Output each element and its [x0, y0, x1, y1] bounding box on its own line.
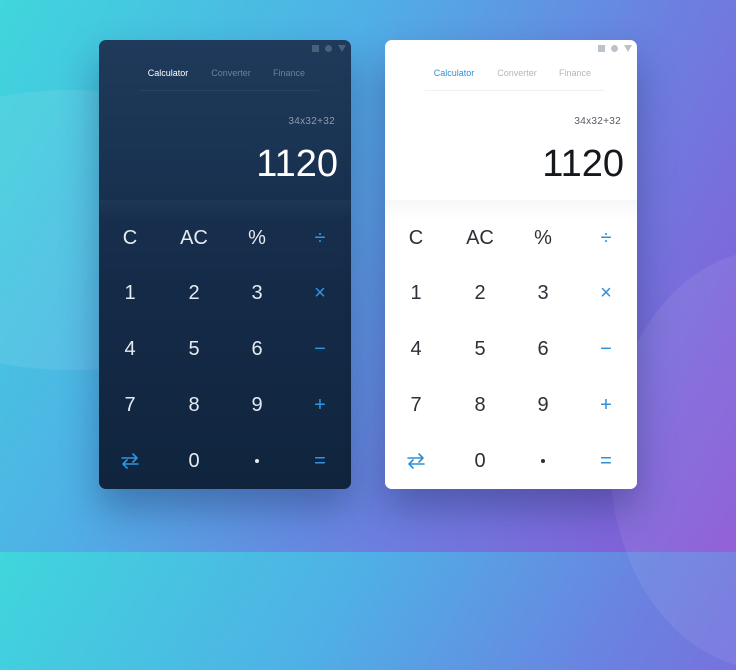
digit-0-button[interactable]: 0	[456, 443, 504, 479]
tab-finance[interactable]: Finance	[559, 68, 591, 78]
minus-button[interactable]: −	[296, 331, 344, 367]
minimize-icon[interactable]	[611, 45, 618, 52]
result-display: 1120	[256, 143, 338, 185]
multiply-button[interactable]: ×	[582, 275, 630, 311]
digit-7-button[interactable]: 7	[106, 387, 154, 423]
calculator-window-light: Calculator Converter Finance 34x32+32 11…	[385, 40, 637, 489]
tab-converter[interactable]: Converter	[497, 68, 537, 78]
swap-button[interactable]	[392, 443, 440, 479]
maximize-icon[interactable]	[598, 45, 605, 52]
clear-button[interactable]: C	[106, 220, 154, 256]
digit-3-button[interactable]: 3	[519, 275, 567, 311]
maximize-icon[interactable]	[312, 45, 319, 52]
decimal-point-icon	[541, 459, 545, 463]
percent-button[interactable]: %	[233, 220, 281, 256]
swap-arrows-icon	[407, 453, 425, 469]
digit-9-button[interactable]: 9	[233, 387, 281, 423]
digit-4-button[interactable]: 4	[392, 331, 440, 367]
divide-button[interactable]: ÷	[582, 220, 630, 256]
digit-2-button[interactable]: 2	[456, 275, 504, 311]
decimal-point-icon	[255, 459, 259, 463]
decimal-button[interactable]	[233, 443, 281, 479]
expression-display: 34x32+32	[288, 116, 335, 127]
equals-button[interactable]: =	[582, 443, 630, 479]
swap-button[interactable]	[106, 443, 154, 479]
digit-9-button[interactable]: 9	[519, 387, 567, 423]
digit-6-button[interactable]: 6	[519, 331, 567, 367]
minimize-icon[interactable]	[325, 45, 332, 52]
equals-button[interactable]: =	[296, 443, 344, 479]
tab-finance[interactable]: Finance	[273, 68, 305, 78]
digit-6-button[interactable]: 6	[233, 331, 281, 367]
keypad: C AC % ÷ 1 2 3 × 4 5 6 − 7 8 9 + 0 =	[385, 200, 637, 489]
dropdown-arrow-icon[interactable]	[338, 45, 346, 52]
expression-display: 34x32+32	[574, 116, 621, 127]
digit-4-button[interactable]: 4	[106, 331, 154, 367]
plus-button[interactable]: +	[582, 387, 630, 423]
digit-7-button[interactable]: 7	[392, 387, 440, 423]
digit-1-button[interactable]: 1	[392, 275, 440, 311]
tab-calculator[interactable]: Calculator	[148, 68, 189, 78]
tab-converter[interactable]: Converter	[211, 68, 251, 78]
calculator-window-dark: Calculator Converter Finance 34x32+32 11…	[99, 40, 351, 489]
digit-8-button[interactable]: 8	[170, 387, 218, 423]
digit-0-button[interactable]: 0	[170, 443, 218, 479]
result-display: 1120	[542, 143, 624, 185]
all-clear-button[interactable]: AC	[170, 220, 218, 256]
multiply-button[interactable]: ×	[296, 275, 344, 311]
digit-2-button[interactable]: 2	[170, 275, 218, 311]
digit-5-button[interactable]: 5	[170, 331, 218, 367]
digit-5-button[interactable]: 5	[456, 331, 504, 367]
tab-divider	[425, 90, 605, 91]
digit-3-button[interactable]: 3	[233, 275, 281, 311]
tab-divider	[139, 90, 319, 91]
tab-bar: Calculator Converter Finance	[99, 68, 351, 84]
tab-calculator[interactable]: Calculator	[434, 68, 475, 78]
clear-button[interactable]: C	[392, 220, 440, 256]
decimal-button[interactable]	[519, 443, 567, 479]
divide-button[interactable]: ÷	[296, 220, 344, 256]
all-clear-button[interactable]: AC	[456, 220, 504, 256]
window-controls	[312, 44, 346, 53]
tab-bar: Calculator Converter Finance	[385, 68, 637, 84]
digit-1-button[interactable]: 1	[106, 275, 154, 311]
minus-button[interactable]: −	[582, 331, 630, 367]
swap-arrows-icon	[121, 453, 139, 469]
digit-8-button[interactable]: 8	[456, 387, 504, 423]
dropdown-arrow-icon[interactable]	[624, 45, 632, 52]
plus-button[interactable]: +	[296, 387, 344, 423]
percent-button[interactable]: %	[519, 220, 567, 256]
window-controls	[598, 44, 632, 53]
keypad: C AC % ÷ 1 2 3 × 4 5 6 − 7 8 9 + 0 =	[99, 200, 351, 489]
